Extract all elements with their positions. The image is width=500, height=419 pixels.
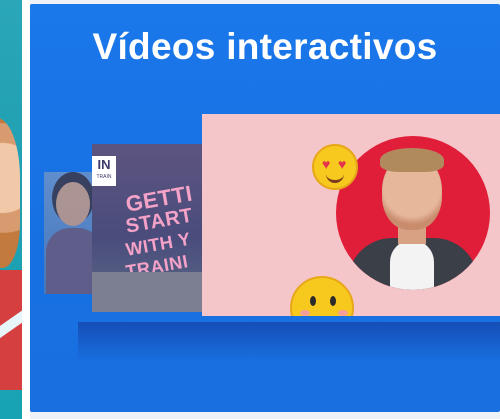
training-logo: IN TRAIN xyxy=(92,156,116,186)
presenter-hair xyxy=(380,148,444,172)
heart-eye-left-icon: ♥ xyxy=(322,156,331,172)
feature-card[interactable]: Vídeos interactivos IN TRAIN GETTI START… xyxy=(30,4,500,412)
heart-eyes-emoji-icon: ♥ ♥ xyxy=(312,144,358,190)
video-thumbnail-front: ♥ ♥ xyxy=(202,114,500,316)
emoji-cheek-right xyxy=(338,310,348,316)
logo-text: IN xyxy=(97,157,111,172)
presenter-shirt xyxy=(390,240,434,290)
emoji-mouth xyxy=(326,170,344,183)
emoji-mouth xyxy=(310,312,334,316)
emoji-eye-right xyxy=(330,296,336,306)
presenter-head xyxy=(56,182,90,226)
background-pattern xyxy=(266,132,306,272)
slide-divider xyxy=(22,0,30,419)
person-photo-fragment xyxy=(0,118,20,268)
logo-subtext: TRAIN xyxy=(96,174,112,180)
previous-slide-peek[interactable] xyxy=(0,0,22,419)
emoji-eye-left xyxy=(310,296,316,306)
emoji-cheek-left xyxy=(300,310,310,316)
presenter-circle xyxy=(336,136,490,290)
heart-eye-right-icon: ♥ xyxy=(338,156,347,172)
smiling-face-emoji-icon xyxy=(290,276,354,316)
preview-shadow xyxy=(78,322,500,362)
card-title: Vídeos interactivos xyxy=(92,26,438,67)
